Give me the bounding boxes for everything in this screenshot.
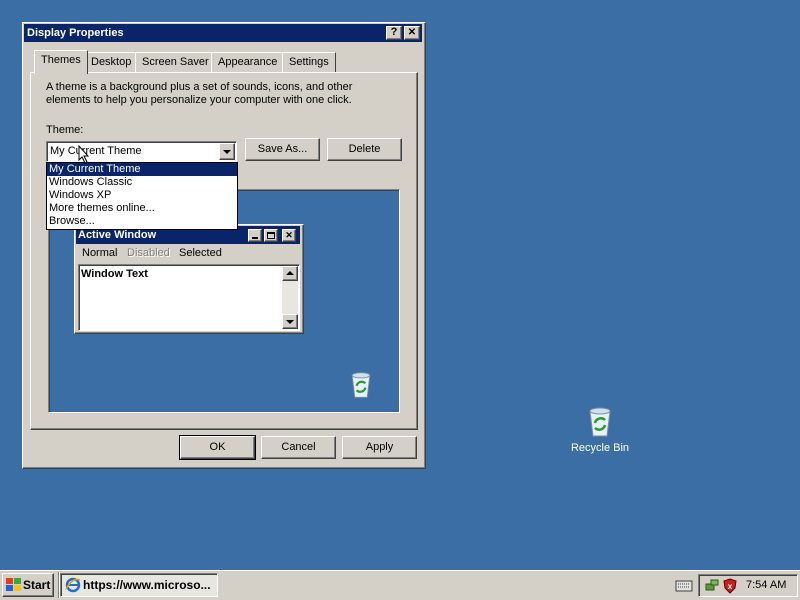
theme-dropdown-list: My Current Theme Windows Classic Windows… xyxy=(46,162,238,230)
start-button[interactable]: Start xyxy=(2,573,54,597)
close-button[interactable]: ✕ xyxy=(404,26,420,40)
save-as-button[interactable]: Save As... xyxy=(245,138,320,161)
svg-text:x: x xyxy=(728,582,733,591)
theme-option-windows-xp[interactable]: Windows XP xyxy=(47,189,237,202)
system-tray: x 7:54 AM xyxy=(698,574,798,597)
tab-appearance[interactable]: Appearance xyxy=(211,52,285,72)
network-icon[interactable] xyxy=(704,578,720,594)
taskbar-button-browser[interactable]: https://www.microso... xyxy=(60,573,218,597)
preview-menu-selected: Selected xyxy=(179,247,222,259)
preview-close-icon: ✕ xyxy=(282,229,296,242)
tab-themes[interactable]: Themes xyxy=(34,50,88,74)
tab-settings[interactable]: Settings xyxy=(282,52,336,72)
chevron-down-icon xyxy=(223,150,231,154)
windows-logo-icon xyxy=(6,578,21,591)
maximize-icon xyxy=(264,229,278,242)
scroll-up-icon xyxy=(282,266,298,281)
dialog-title-bar[interactable]: Display Properties xyxy=(24,24,422,42)
taskbar-button-label: https://www.microso... xyxy=(83,578,211,592)
theme-dropdown-value: My Current Theme xyxy=(50,145,142,157)
theme-dropdown[interactable]: My Current Theme xyxy=(46,141,237,162)
preview-scrollbar xyxy=(282,266,298,329)
themes-description: A theme is a background plus a set of so… xyxy=(46,81,353,106)
apply-button[interactable]: Apply xyxy=(342,436,417,459)
preview-menu-normal: Normal xyxy=(82,247,118,259)
start-label: Start xyxy=(23,578,51,592)
theme-option-more-online[interactable]: More themes online... xyxy=(47,202,237,215)
tab-desktop[interactable]: Desktop xyxy=(84,52,139,72)
ok-button[interactable]: OK xyxy=(179,435,256,460)
scroll-down-icon xyxy=(282,314,298,329)
help-button[interactable]: ? xyxy=(386,26,402,40)
preview-recycle-bin-icon xyxy=(351,372,371,398)
preview-window-text: Window Text xyxy=(81,268,148,280)
close-icon: ✕ xyxy=(407,27,417,38)
recycle-bin-desktop-icon[interactable]: Recycle Bin xyxy=(560,405,640,465)
dialog-title: Display Properties xyxy=(27,27,124,39)
cancel-button[interactable]: Cancel xyxy=(261,436,336,459)
recycle-bin-icon xyxy=(589,407,611,437)
security-shield-icon[interactable]: x xyxy=(722,578,738,594)
internet-explorer-icon xyxy=(65,577,81,593)
theme-option-my-current-theme[interactable]: My Current Theme xyxy=(47,163,237,176)
preview-menu-disabled: Disabled xyxy=(127,247,170,259)
minimize-icon xyxy=(248,229,262,242)
preview-window-title: Active Window xyxy=(78,229,157,241)
clock[interactable]: 7:54 AM xyxy=(746,579,786,591)
keyboard-icon[interactable] xyxy=(675,578,693,592)
delete-button[interactable]: Delete xyxy=(327,138,402,161)
theme-option-browse[interactable]: Browse... xyxy=(47,215,237,228)
theme-option-windows-classic[interactable]: Windows Classic xyxy=(47,176,237,189)
theme-label: Theme: xyxy=(46,124,84,136)
dropdown-arrow-button[interactable] xyxy=(219,143,235,160)
preview-window-text-area: Window Text xyxy=(78,264,300,331)
tab-screen-saver[interactable]: Screen Saver xyxy=(135,52,216,72)
recycle-bin-label: Recycle Bin xyxy=(570,442,630,454)
mouse-cursor-icon xyxy=(78,145,90,164)
